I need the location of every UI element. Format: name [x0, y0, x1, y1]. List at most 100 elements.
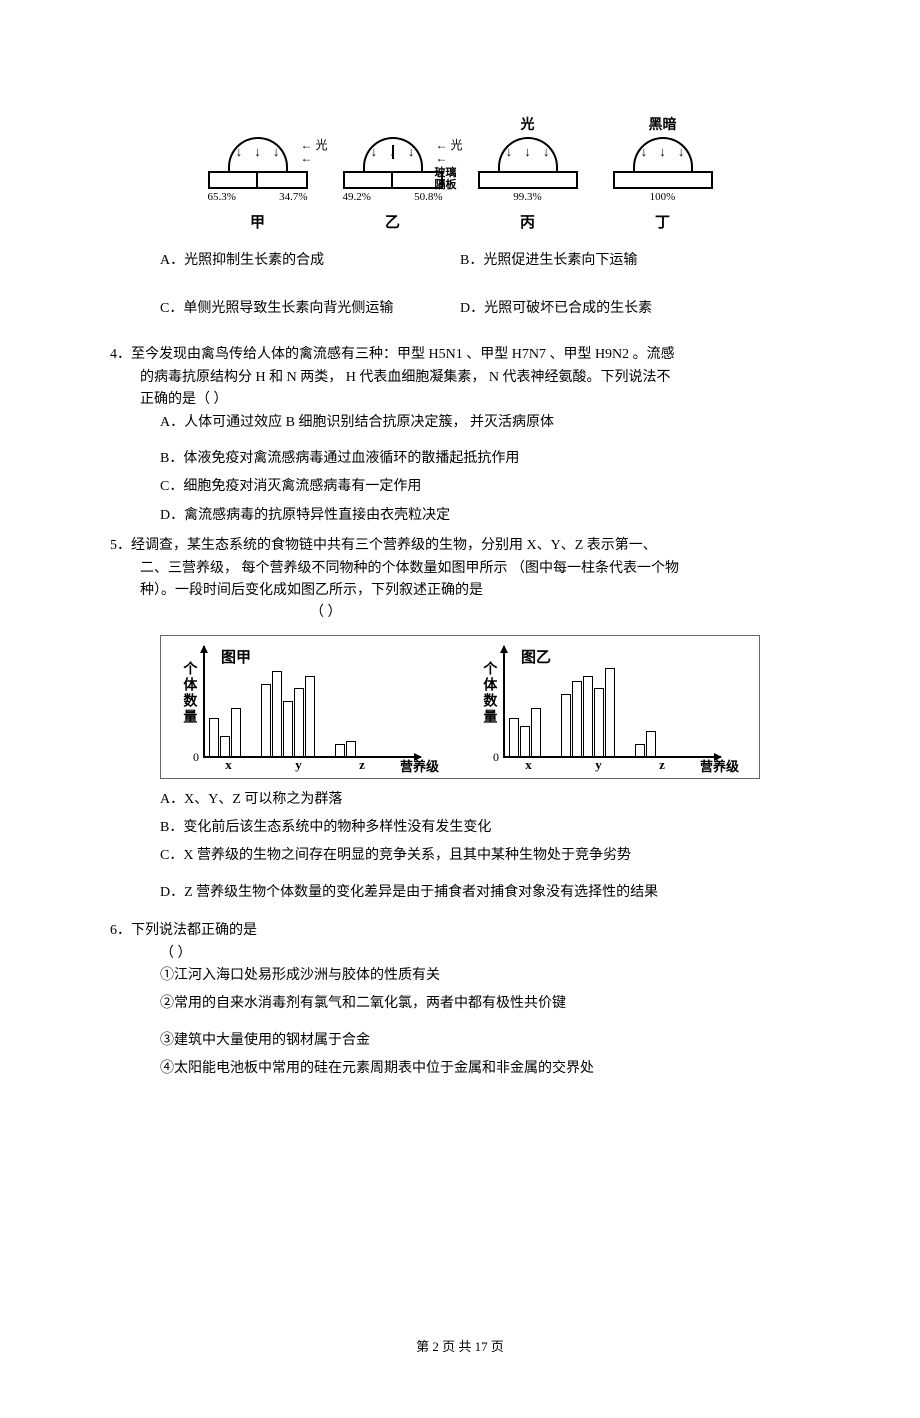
x-category-label: x	[509, 755, 548, 776]
x-labels: xyz	[209, 755, 375, 776]
q3-options-row2: C．单侧光照导致生长素向背光侧运输 D．光照可破坏已合成的生长素	[160, 298, 810, 320]
bars-group	[509, 668, 656, 756]
base-box	[208, 171, 308, 189]
dome-icon: ↓↓↓← 光←	[228, 137, 288, 171]
q6-paren: （ ）	[160, 943, 810, 965]
q5-option-b: B．变化前后该生态系统中的物种多样性没有发生变化	[160, 817, 810, 839]
q6-s3: ③建筑中大量使用的钢材属于合金	[160, 1030, 810, 1052]
q6-s1: ①江河入海口处易形成沙洲与胶体的性质有关	[160, 965, 810, 987]
x-category-label: x	[209, 755, 248, 776]
diagram-item-乙: ↓↓↓← 光←玻璃隔板49.2%50.8%乙	[343, 115, 443, 235]
bar	[220, 736, 230, 756]
q6-s2: ②常用的自来水消毒剂有氯气和二氧化氯，两者中都有极性共价键	[160, 993, 810, 1015]
q5-stem-l2: 二、三营养级， 每个营养级不同物种的个体数量如图甲所示 （图中每一柱条代表一个物	[140, 558, 810, 580]
q6-stem: 6．下列说法都正确的是	[110, 920, 810, 942]
bar	[635, 744, 645, 756]
q5-paren: （ ）	[310, 602, 810, 624]
bar	[346, 741, 356, 756]
q5-stem-l3: 种）。一段时间后变化成如图乙所示，下列叙述正确的是	[140, 580, 810, 602]
diagram-item-丁: 黑暗 ↓↓↓ 100% 丁	[613, 115, 713, 235]
bar	[572, 681, 582, 756]
x-axis-label: 营养级	[700, 757, 739, 778]
percent-labels: 49.2%50.8%	[343, 189, 443, 207]
diagram-name-label: 乙	[385, 211, 400, 235]
dome-icon: ↓↓↓	[633, 137, 693, 171]
x-category-label: z	[331, 755, 375, 776]
diagram-name-label: 丙	[520, 211, 535, 235]
base-box	[343, 171, 443, 189]
light-arrow-icon: ← 光←	[300, 139, 327, 165]
base-box	[613, 171, 713, 189]
down-arrows-icon: ↓↓↓	[500, 145, 556, 158]
x-category-label: y	[548, 755, 631, 776]
x-labels: xyz	[509, 755, 675, 776]
q4-option-a: A．人体可通过效应 B 细胞识别结合抗原决定簇， 并灭活病原体	[160, 412, 810, 434]
diagram-top-label: 黑暗	[649, 115, 677, 133]
bar	[594, 688, 604, 756]
q5-option-d: D．Z 营养级生物个体数量的变化差异是由于捕食者对捕食对象没有选择性的结果	[160, 882, 810, 904]
bar	[283, 701, 293, 756]
y-axis-line	[503, 646, 505, 758]
diagram-item-丙: 光 ↓↓↓ 99.3% 丙	[478, 115, 578, 235]
percent-labels: 100%	[613, 189, 713, 207]
bars-group	[209, 671, 356, 756]
base-box	[478, 171, 578, 189]
q4-stem-l2: 的病毒抗原结构分 H 和 N 两类， H 代表血细胞凝集素， N 代表神经氨酸。…	[140, 367, 810, 389]
bar-chart-0: 个体数量图甲0xyz营养级	[171, 646, 421, 776]
q3-option-d: D．光照可破坏已合成的生长素	[460, 298, 810, 320]
bar	[583, 676, 593, 756]
percent-labels: 99.3%	[478, 189, 578, 207]
bar	[261, 684, 271, 756]
bar	[294, 688, 304, 756]
question-5: 5．经调查，某生态系统的食物链中共有三个营养级的生物，分别用 X、Y、Z 表示第…	[110, 535, 810, 904]
y-axis-line	[203, 646, 205, 758]
y-axis-label: 个体数量	[477, 661, 499, 725]
diagram-name-label: 丁	[655, 211, 670, 235]
bar	[335, 744, 345, 756]
bar	[520, 726, 530, 756]
q6-s4: ④太阳能电池板中常用的硅在元素周期表中位于金属和非金属的交界处	[160, 1058, 810, 1080]
q3-option-c: C．单侧光照导致生长素向背光侧运输	[160, 298, 460, 320]
question-6: 6．下列说法都正确的是 （ ） ①江河入海口处易形成沙洲与胶体的性质有关 ②常用…	[110, 920, 810, 1080]
chart-container: 个体数量图甲0xyz营养级个体数量图乙0xyz营养级	[160, 635, 760, 779]
bar	[272, 671, 282, 756]
experiment-diagram: ↓↓↓← 光←65.3%34.7%甲↓↓↓← 光←玻璃隔板49.2%50.8%乙…	[110, 115, 810, 235]
bar	[561, 694, 571, 756]
x-category-label: y	[248, 755, 331, 776]
q4-stem-l1: 4．至今发现由禽鸟传给人体的禽流感有三种：甲型 H5N1 、甲型 H7N7 、甲…	[110, 344, 810, 366]
y-axis-label: 个体数量	[177, 661, 199, 725]
q5-option-a: A．X、Y、Z 可以称之为群落	[160, 789, 810, 811]
bar	[646, 731, 656, 756]
diagram-name-label: 甲	[250, 211, 265, 235]
q5-stem-l1: 5．经调查，某生态系统的食物链中共有三个营养级的生物，分别用 X、Y、Z 表示第…	[110, 535, 810, 557]
down-arrows-icon: ↓↓↓	[635, 145, 691, 158]
q3-option-b: B．光照促进生长素向下运输	[460, 250, 810, 272]
bar	[509, 718, 519, 756]
percent-labels: 65.3%34.7%	[208, 189, 308, 207]
bar	[605, 668, 615, 756]
x-axis-label: 营养级	[400, 757, 439, 778]
chart-title: 图乙	[521, 646, 551, 670]
q4-option-d: D．禽流感病毒的抗原特异性直接由衣壳粒决定	[160, 505, 810, 527]
q4-option-b: B．体液免疫对禽流感病毒通过血液循环的散播起抵抗作用	[160, 448, 810, 470]
glass-divider-icon	[392, 145, 394, 159]
question-4: 4．至今发现由禽鸟传给人体的禽流感有三种：甲型 H5N1 、甲型 H7N7 、甲…	[110, 344, 810, 527]
bar	[209, 718, 219, 756]
q4-option-c: C．细胞免疫对消灭禽流感病毒有一定作用	[160, 476, 810, 498]
q5-option-c: C．X 营养级的生物之间存在明显的竞争关系，且其中某种生物处于竞争劣势	[160, 845, 810, 867]
bar-chart-1: 个体数量图乙0xyz营养级	[471, 646, 721, 776]
bar	[531, 708, 541, 756]
dome-icon: ↓↓↓	[498, 137, 558, 171]
bar	[231, 708, 241, 756]
page-footer: 第 2 页 共 17 页	[0, 1337, 920, 1358]
q3-options-row1: A．光照抑制生长素的合成 B．光照促进生长素向下运输	[160, 250, 810, 272]
origin-label: 0	[493, 748, 499, 767]
bar	[305, 676, 315, 756]
q3-option-a: A．光照抑制生长素的合成	[160, 250, 460, 272]
down-arrows-icon: ↓↓↓	[230, 145, 286, 158]
q4-stem-l3: 正确的是（ ）	[140, 389, 810, 411]
origin-label: 0	[193, 748, 199, 767]
diagram-item-甲: ↓↓↓← 光← 65.3%34.7% 甲	[208, 115, 308, 235]
chart-title: 图甲	[221, 646, 251, 670]
diagram-top-label: 光	[521, 115, 535, 133]
